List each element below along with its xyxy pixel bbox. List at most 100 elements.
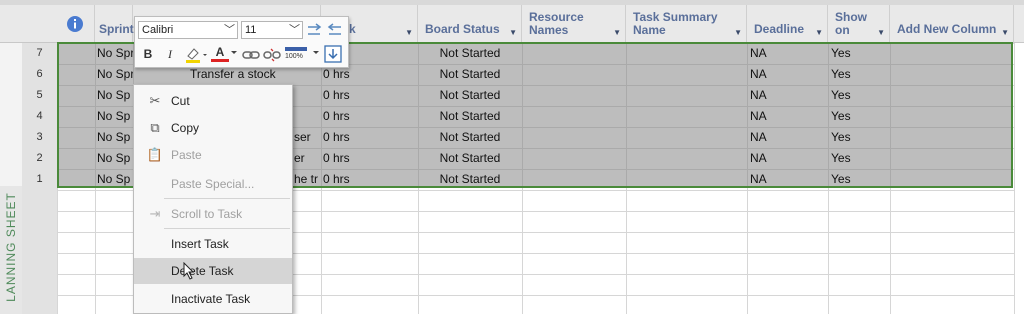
cell-status[interactable]: Not Started bbox=[418, 169, 522, 190]
cell-work[interactable]: 0 hrs bbox=[323, 127, 415, 148]
column-header-show-on[interactable]: Show on ▼ bbox=[828, 5, 890, 43]
column-label: Deadline bbox=[754, 22, 805, 36]
chevron-down-icon[interactable]: ▼ bbox=[509, 26, 517, 39]
cell-deadline[interactable]: NA bbox=[750, 64, 826, 85]
column-label: Show on bbox=[835, 10, 867, 37]
cell-show[interactable]: Yes bbox=[831, 127, 889, 148]
cell-work[interactable]: 0 hrs bbox=[323, 106, 415, 127]
cell-name[interactable] bbox=[294, 106, 320, 127]
row-number[interactable]: 6 bbox=[22, 64, 57, 85]
menu-item-paste-special[interactable]: Paste Special... bbox=[134, 171, 292, 197]
cell-show[interactable]: Yes bbox=[831, 43, 889, 64]
cell-status[interactable]: Not Started bbox=[418, 148, 522, 169]
menu-separator bbox=[164, 228, 290, 229]
cell-deadline[interactable]: NA bbox=[750, 43, 826, 64]
font-size-dropdown[interactable]: 11 ﹀ bbox=[241, 21, 303, 39]
cell-work[interactable]: 0 hrs bbox=[323, 148, 415, 169]
cell-name[interactable]: ser bbox=[294, 127, 320, 148]
scissors-icon: ✂ bbox=[149, 93, 161, 108]
chevron-down-icon[interactable]: ▼ bbox=[734, 26, 742, 39]
menu-item-paste[interactable]: 📋 Paste bbox=[134, 142, 292, 168]
italic-button[interactable]: I bbox=[162, 44, 178, 64]
row-number[interactable]: 5 bbox=[22, 85, 57, 106]
cell-sprint[interactable]: No Sp bbox=[97, 106, 133, 127]
font-size-value: 11 bbox=[245, 24, 257, 36]
sheet-label-bar: LANNING SHEET bbox=[0, 186, 22, 314]
column-header-add-new-column[interactable]: Add New Column ▼ bbox=[890, 5, 1014, 43]
cell-deadline[interactable]: NA bbox=[750, 169, 826, 190]
mouse-cursor-icon bbox=[183, 262, 195, 280]
row-number[interactable]: 7 bbox=[22, 43, 57, 64]
cell-show[interactable]: Yes bbox=[831, 169, 889, 190]
menu-item-delete-task[interactable]: Delete Task bbox=[134, 258, 292, 284]
cell-show[interactable]: Yes bbox=[831, 148, 889, 169]
chevron-down-icon[interactable]: ▼ bbox=[613, 26, 621, 39]
cell-deadline[interactable]: NA bbox=[750, 148, 826, 169]
menu-item-label: Copy bbox=[171, 121, 200, 135]
column-header-info[interactable] bbox=[57, 5, 95, 43]
column-header-board-status[interactable]: Board Status ▼ bbox=[418, 5, 522, 43]
link-icon[interactable] bbox=[242, 47, 260, 63]
cell-status[interactable]: Not Started bbox=[418, 127, 522, 148]
cell-show[interactable]: Yes bbox=[831, 85, 889, 106]
font-color-label: A bbox=[215, 45, 225, 59]
zoom-indicator[interactable]: 100% bbox=[285, 45, 309, 63]
row-number[interactable]: 2 bbox=[22, 148, 57, 169]
outdent-icon[interactable] bbox=[325, 21, 343, 39]
chevron-down-icon[interactable]: ▼ bbox=[877, 26, 885, 39]
cell-status[interactable]: Not Started bbox=[418, 43, 522, 64]
cell-status[interactable]: Not Started bbox=[418, 64, 522, 85]
context-menu: ✂ Cut ⧉ Copy 📋 Paste Paste Special... ⇥ Scroll t… bbox=[133, 84, 293, 314]
chevron-down-icon[interactable]: ▼ bbox=[405, 26, 413, 39]
cell-name[interactable]: he tr bbox=[294, 169, 320, 190]
menu-item-label: Insert Task bbox=[171, 237, 229, 251]
chevron-down-icon[interactable] bbox=[313, 50, 319, 56]
cell-sprint[interactable]: No Sp bbox=[97, 127, 133, 148]
scroll-to-task-icon: ⇥ bbox=[149, 206, 161, 221]
cell-work[interactable]: 0 hrs bbox=[323, 169, 415, 190]
column-label: Resource Names bbox=[529, 10, 584, 37]
menu-item-label: Cut bbox=[171, 94, 190, 108]
chevron-down-icon[interactable]: ▼ bbox=[815, 26, 823, 39]
bold-button[interactable]: B bbox=[140, 44, 156, 64]
cell-deadline[interactable]: NA bbox=[750, 85, 826, 106]
menu-item-scroll-to-task[interactable]: ⇥ Scroll to Task bbox=[134, 201, 292, 227]
cell-sprint[interactable]: No Sp bbox=[97, 169, 133, 190]
cell-status[interactable]: Not Started bbox=[418, 85, 522, 106]
cell-name[interactable]: er bbox=[294, 148, 320, 169]
cell-status[interactable]: Not Started bbox=[418, 106, 522, 127]
cell-work[interactable]: 0 hrs bbox=[323, 85, 415, 106]
column-label: Add New Column bbox=[897, 22, 997, 36]
menu-item-inactivate-task[interactable]: Inactivate Task bbox=[134, 286, 292, 312]
cell-show[interactable]: Yes bbox=[831, 106, 889, 127]
chevron-down-icon[interactable] bbox=[231, 50, 237, 56]
menu-item-cut[interactable]: ✂ Cut bbox=[134, 88, 292, 114]
cell-show[interactable]: Yes bbox=[831, 64, 889, 85]
cell-deadline[interactable]: NA bbox=[750, 127, 826, 148]
bar-icon bbox=[285, 47, 307, 51]
cell-sprint[interactable]: No Sp bbox=[97, 85, 133, 106]
menu-item-copy[interactable]: ⧉ Copy bbox=[134, 115, 292, 141]
unlink-icon[interactable] bbox=[263, 47, 281, 63]
cell-name[interactable] bbox=[294, 85, 320, 106]
column-header-task-summary-name[interactable]: Task Summary Name ▼ bbox=[626, 5, 747, 43]
increase-indent-icon[interactable] bbox=[306, 21, 324, 39]
row-number[interactable]: 4 bbox=[22, 106, 57, 127]
cell-deadline[interactable]: NA bbox=[750, 106, 826, 127]
font-name-dropdown[interactable]: Calibri ﹀ bbox=[138, 21, 238, 39]
row-number[interactable]: 1 bbox=[22, 169, 57, 190]
menu-item-label: Inactivate Task bbox=[171, 292, 251, 306]
font-color-button[interactable]: A bbox=[211, 44, 229, 62]
highlight-color-icon[interactable] bbox=[184, 46, 208, 64]
cell-sprint[interactable]: No Sprint bbox=[97, 43, 133, 64]
column-header-resource-names[interactable]: Resource Names ▼ bbox=[522, 5, 626, 43]
column-header-deadline[interactable]: Deadline ▼ bbox=[747, 5, 828, 43]
menu-item-insert-task[interactable]: Insert Task bbox=[134, 231, 292, 257]
cell-sprint[interactable]: No Sp bbox=[97, 148, 133, 169]
column-header-sprint[interactable]: Sprint bbox=[95, 5, 134, 43]
row-number[interactable]: 3 bbox=[22, 127, 57, 148]
scroll-to-task-icon[interactable] bbox=[324, 45, 342, 63]
cell-sprint[interactable]: No Sprint bbox=[97, 64, 133, 85]
chevron-down-icon[interactable]: ▼ bbox=[1001, 26, 1009, 39]
column-label: Sprint bbox=[99, 22, 134, 36]
